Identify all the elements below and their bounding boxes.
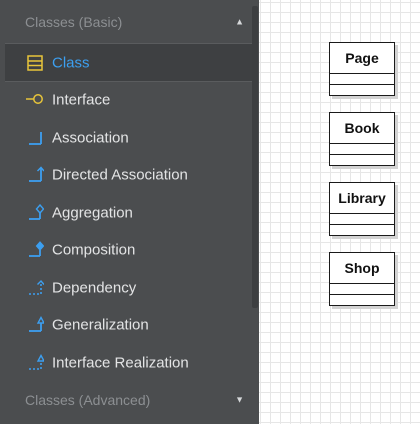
palette-item-label: Class [52, 54, 90, 71]
palette-item-composition[interactable]: Composition [5, 231, 252, 268]
palette-item-aggregation[interactable]: Aggregation [5, 194, 252, 231]
class-attributes-compartment [330, 144, 394, 155]
palette-item-label: Interface Realization [52, 354, 189, 371]
palette-item-label: Interface [52, 91, 111, 108]
dependency-icon [29, 279, 44, 295]
class-icon [27, 54, 43, 71]
palette-item-interface[interactable]: Interface [5, 81, 252, 118]
collapse-caret-icon[interactable]: ▲ [235, 17, 244, 27]
uml-class-library[interactable]: Library [329, 182, 395, 236]
class-operations-compartment [330, 295, 394, 305]
section-header-classes-basic[interactable]: Classes (Basic) ▲ [0, 4, 252, 40]
uml-class-page[interactable]: Page [329, 42, 395, 96]
palette-item-class[interactable]: Class [5, 44, 252, 81]
class-name: Shop [330, 253, 394, 284]
class-attributes-compartment [330, 214, 394, 225]
class-operations-compartment [330, 155, 394, 165]
palette-item-directed-association[interactable]: Directed Association [5, 156, 252, 193]
palette-item-interface-realization[interactable]: Interface Realization [5, 344, 252, 381]
class-operations-compartment [330, 85, 394, 95]
palette-item-label: Association [52, 129, 129, 146]
palette-scrollbar-thumb[interactable] [252, 6, 258, 308]
diagram-canvas[interactable]: Page Book Library Shop [259, 0, 420, 424]
interface-icon [26, 93, 43, 104]
uml-class-book[interactable]: Book [329, 112, 395, 166]
palette-item-label: Aggregation [52, 204, 133, 221]
section-title: Classes (Basic) [25, 14, 123, 30]
palette-item-association[interactable]: Association [5, 119, 252, 156]
section-title: Classes (Advanced) [25, 392, 151, 408]
class-name: Page [330, 43, 394, 74]
class-attributes-compartment [330, 74, 394, 85]
palette-item-dependency[interactable]: Dependency [5, 269, 252, 306]
palette-panel: Classes (Basic) ▲ Class Interface Associ… [0, 0, 259, 424]
palette-item-label: Generalization [52, 316, 149, 333]
class-attributes-compartment [330, 284, 394, 295]
section-header-classes-advanced[interactable]: Classes (Advanced) ▼ [0, 382, 252, 418]
directed-association-icon [29, 165, 44, 182]
composition-icon [29, 240, 44, 257]
palette-item-generalization[interactable]: Generalization [5, 306, 252, 343]
uml-class-shop[interactable]: Shop [329, 252, 395, 306]
class-name: Book [330, 113, 394, 144]
palette-item-label: Composition [52, 241, 136, 258]
generalization-icon [29, 315, 44, 332]
class-name: Library [330, 183, 394, 214]
interface-realization-icon [29, 353, 44, 370]
aggregation-icon [29, 203, 44, 220]
association-icon [29, 131, 42, 145]
expand-caret-icon[interactable]: ▼ [235, 395, 244, 405]
palette-item-label: Dependency [52, 279, 137, 296]
class-operations-compartment [330, 225, 394, 235]
palette-item-label: Directed Association [52, 166, 188, 183]
